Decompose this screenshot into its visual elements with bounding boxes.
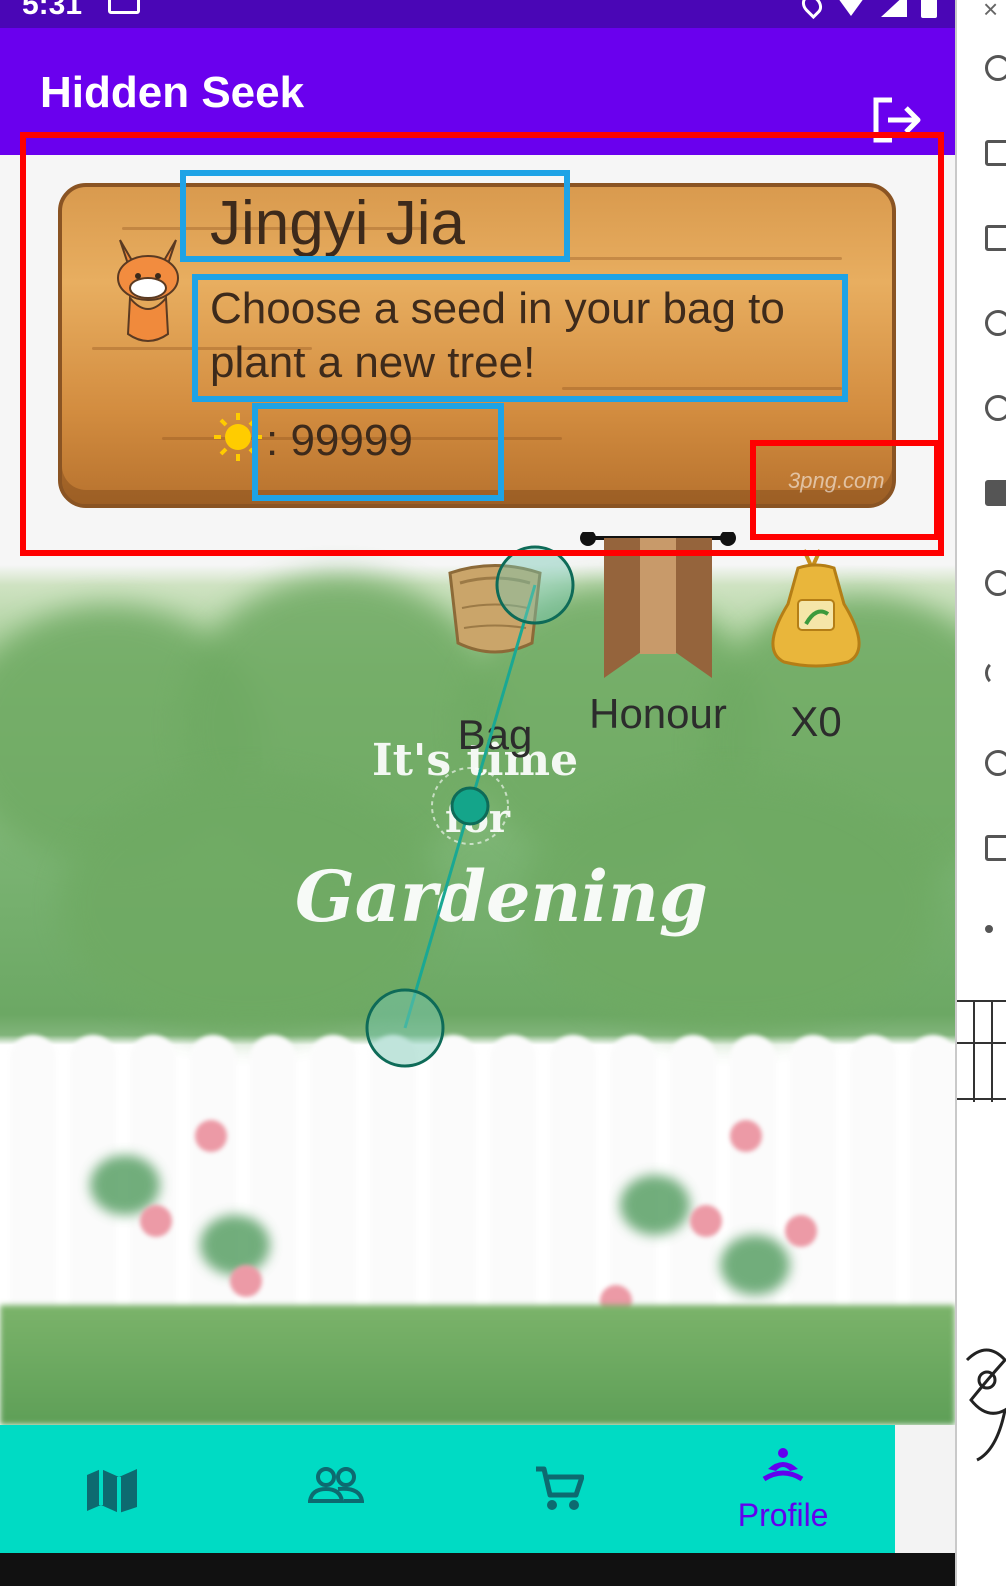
bag-button[interactable]: Bag (440, 553, 550, 758)
location-icon (797, 0, 827, 20)
tool-icon[interactable] (985, 140, 1006, 166)
nav-profile-label: Profile (737, 1497, 829, 1533)
bag-icon (448, 564, 542, 654)
fence-picket (310, 1035, 356, 1345)
fence-picket (790, 1035, 836, 1345)
fence-picket (550, 1035, 596, 1345)
tool-icon[interactable] (985, 750, 1006, 776)
tool-icon[interactable] (985, 310, 1006, 336)
fence-picket (430, 1035, 476, 1345)
leaf (200, 1215, 270, 1275)
rose (690, 1205, 722, 1237)
highlight-box-blue (252, 403, 504, 501)
highlight-box-red (750, 440, 940, 540)
highlight-box-blue (180, 170, 570, 262)
phone-screen: 5:31 Hidden Seek It's time for Gardening… (0, 0, 955, 1586)
grass (0, 1305, 955, 1425)
tool-icon[interactable] (985, 395, 1006, 421)
fence-picket (190, 1035, 236, 1345)
profile-icon (762, 1448, 804, 1482)
rose (195, 1120, 227, 1152)
nav-shop[interactable] (448, 1425, 672, 1553)
tool-icon[interactable] (985, 570, 1006, 596)
fence-picket (250, 1035, 296, 1345)
seed-packet-button[interactable]: X0 (760, 540, 872, 750)
fence-picket (10, 1035, 56, 1345)
tool-icon[interactable] (985, 660, 1006, 686)
tool-icon[interactable] (985, 225, 1006, 251)
side-grid (957, 1000, 1006, 1102)
tool-icon[interactable] (985, 835, 1006, 861)
tool-icon[interactable] (985, 480, 1006, 506)
app-title: Hidden Seek (40, 68, 305, 117)
side-panel: × (955, 0, 1006, 1586)
system-navigation-bar (0, 1553, 955, 1586)
nav-profile[interactable]: Profile (671, 1425, 895, 1553)
friends-icon (307, 1467, 364, 1503)
more-icon[interactable] (985, 925, 993, 933)
status-icons (797, 0, 937, 20)
leaf (720, 1235, 790, 1295)
close-icon[interactable]: × (983, 0, 998, 25)
honour-button[interactable]: Honour (578, 530, 738, 752)
rose (730, 1120, 762, 1152)
tool-icon[interactable] (985, 55, 1006, 81)
rose (230, 1265, 262, 1297)
map-icon (86, 1469, 137, 1513)
bottom-navigation: Profile (0, 1425, 895, 1553)
nav-map[interactable] (0, 1425, 224, 1553)
bag-label: Bag (457, 711, 533, 758)
status-time: 5:31 (22, 0, 83, 21)
fence-picket (850, 1035, 896, 1345)
grid-line (973, 1002, 975, 1102)
screencast-icon (108, 0, 140, 14)
garden-slogan-line3: Gardening (295, 855, 708, 938)
fence-picket (370, 1035, 416, 1345)
garden-slogan-line2: for (445, 795, 510, 842)
battery-icon (921, 0, 937, 18)
signal-icon (881, 0, 907, 17)
highlight-box-blue (192, 274, 848, 402)
nav-friends[interactable] (224, 1425, 448, 1553)
cart-icon (536, 1466, 585, 1510)
fence-picket (490, 1035, 536, 1345)
wifi-icon (835, 0, 867, 16)
rose (140, 1205, 172, 1237)
rose (785, 1215, 817, 1247)
grid-line (991, 1002, 993, 1102)
fence-picket (730, 1035, 776, 1345)
honour-label: Honour (589, 690, 727, 737)
sketch-drawing (965, 1348, 1006, 1462)
grid-line (957, 1042, 1006, 1044)
status-bar: 5:31 (0, 0, 955, 28)
fence-picket (910, 1035, 955, 1345)
seed-count-label: X0 (790, 698, 842, 745)
seed-sack-icon (771, 549, 861, 668)
leaf (620, 1175, 690, 1235)
